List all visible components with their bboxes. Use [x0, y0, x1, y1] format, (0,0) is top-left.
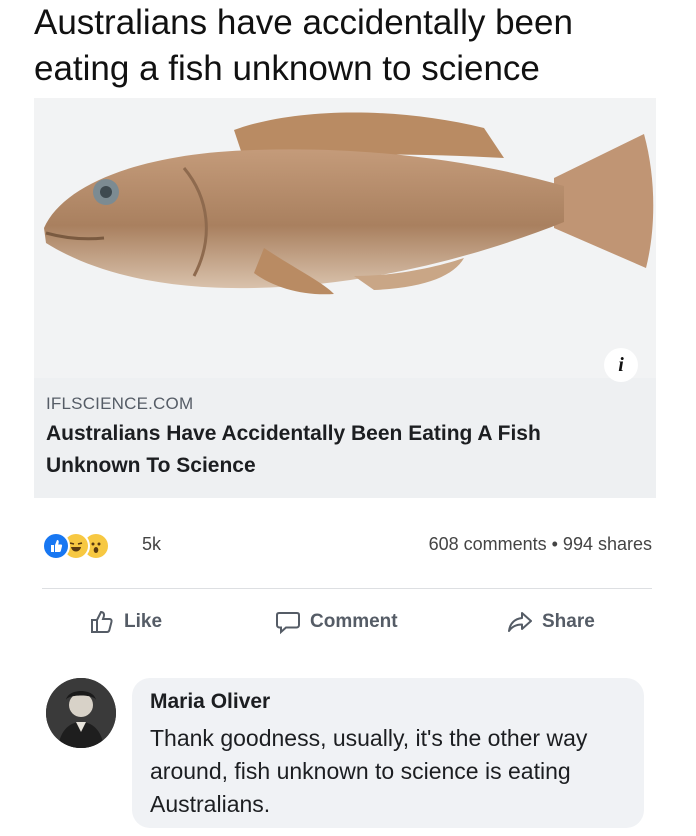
- reaction-count[interactable]: 5k: [142, 534, 161, 555]
- share-button[interactable]: Share: [506, 604, 595, 640]
- thumbs-up-icon: [91, 610, 113, 633]
- preview-image: [34, 98, 656, 378]
- comment: Maria Oliver Thank goodness, usually, it…: [46, 678, 646, 836]
- like-reaction-icon: [42, 532, 70, 560]
- comment-label: Comment: [310, 611, 398, 632]
- divider: [42, 588, 652, 589]
- post-actions: Like Comment Share: [42, 604, 652, 640]
- link-headline[interactable]: Australians Have Accidentally Been Eatin…: [46, 418, 616, 482]
- avatar[interactable]: [46, 678, 116, 748]
- meme-caption: Australians have accidentally been eatin…: [34, 3, 573, 88]
- link-preview-card[interactable]: i IFLSCIENCE.COM Australians Have Accide…: [34, 98, 656, 498]
- share-icon: [508, 612, 532, 632]
- like-button[interactable]: Like: [88, 604, 162, 640]
- share-label: Share: [542, 611, 595, 632]
- reaction-icons[interactable]: [42, 532, 128, 560]
- comment-author[interactable]: Maria Oliver: [150, 690, 270, 714]
- comments-shares-count[interactable]: 608 comments • 994 shares: [429, 534, 652, 555]
- source-domain: IFLSCIENCE.COM: [46, 394, 194, 413]
- facebook-post: i IFLSCIENCE.COM Australians Have Accide…: [0, 98, 696, 836]
- fish-image: [44, 112, 654, 295]
- comment-text: Thank goodness, usually, it's the other …: [150, 725, 588, 817]
- person-avatar-icon: [46, 678, 116, 748]
- reactions-summary: 5k 608 comments • 994 shares: [42, 530, 652, 560]
- comment-icon: [276, 612, 300, 635]
- comment-button[interactable]: Comment: [274, 604, 398, 640]
- comment-bubble: Maria Oliver Thank goodness, usually, it…: [132, 678, 644, 828]
- info-icon[interactable]: i: [604, 348, 638, 382]
- like-label: Like: [124, 611, 163, 632]
